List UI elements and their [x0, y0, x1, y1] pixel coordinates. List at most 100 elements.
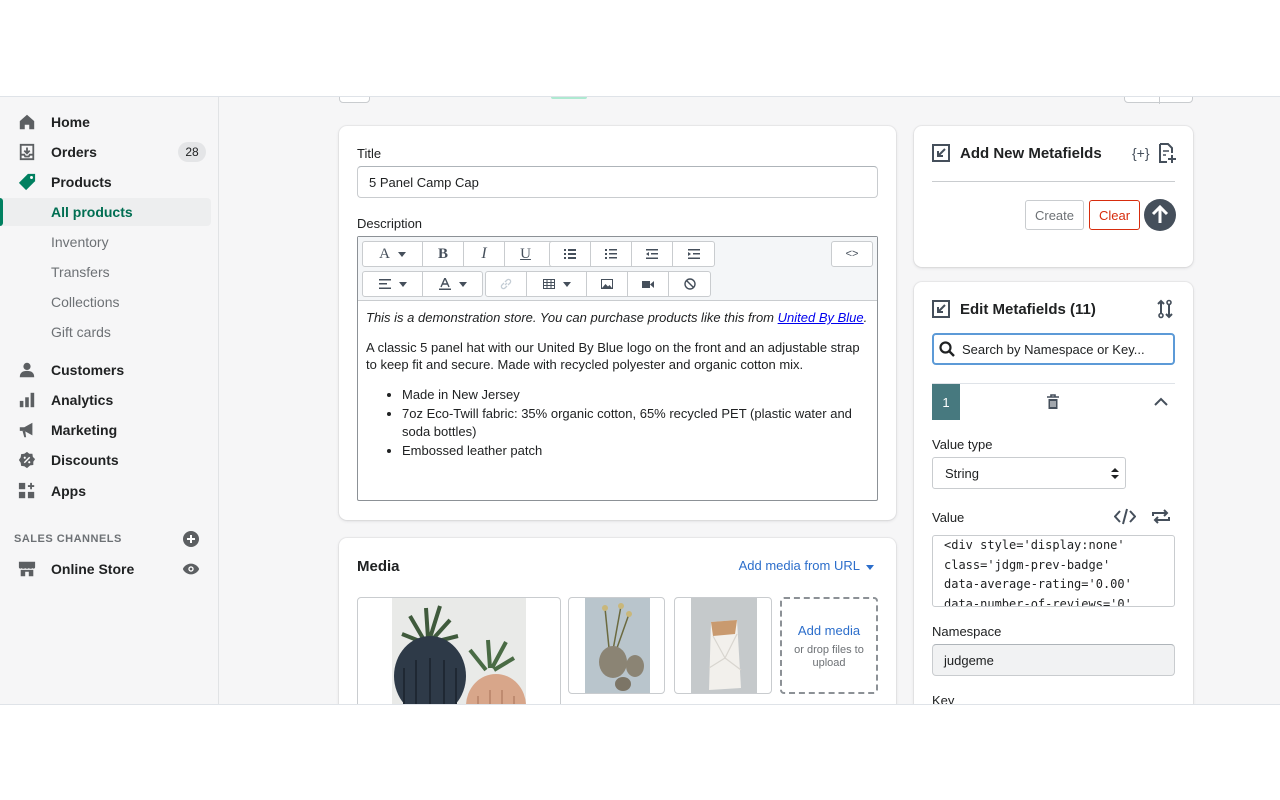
edit-metafields-title: Edit Metafields (11) — [960, 301, 1096, 318]
sidebar-item-label: Collections — [51, 294, 120, 310]
table-button[interactable] — [527, 272, 587, 296]
sidebar-item-transfers[interactable]: Transfers — [0, 258, 219, 286]
search-placeholder: Search by Namespace or Key... — [962, 341, 1145, 357]
namespace-label: Namespace — [932, 624, 1002, 639]
home-icon — [19, 114, 35, 130]
eye-icon[interactable] — [182, 561, 200, 577]
list-item: Made in New Jersey — [402, 386, 869, 404]
clear-button[interactable]: Clear — [1089, 200, 1140, 230]
align-color-group — [362, 271, 483, 297]
select-arrows-icon — [1111, 468, 1119, 479]
united-by-blue-link[interactable]: United By Blue — [778, 310, 864, 325]
media-thumbnail-vase[interactable] — [674, 597, 772, 694]
trash-icon[interactable] — [1046, 394, 1060, 410]
outdent-button[interactable] — [632, 242, 673, 266]
font-style-label: A — [379, 245, 390, 262]
status-badge — [551, 97, 587, 99]
namespace-input[interactable]: judgeme — [932, 644, 1175, 676]
sidebar-item-label: Inventory — [51, 234, 109, 250]
chevron-down-icon — [866, 565, 874, 570]
bold-button[interactable]: B — [423, 242, 464, 266]
code-braces-icon[interactable]: {+} — [1132, 145, 1150, 161]
title-label: Title — [357, 146, 382, 161]
refresh-icon[interactable] — [1151, 508, 1171, 525]
sidebar-item-products[interactable]: Products — [0, 168, 219, 196]
create-button[interactable]: Create — [1025, 200, 1084, 230]
value-type-selected: String — [945, 465, 979, 481]
table-icon — [542, 279, 555, 289]
sidebar-item-label: Apps — [51, 483, 86, 499]
chevron-down-icon — [458, 281, 467, 287]
media-title: Media — [357, 558, 400, 575]
sidebar-item-home[interactable]: Home — [0, 108, 219, 136]
drop-files-hint: or drop files to upload — [794, 644, 864, 669]
sidebar-item-label: Discounts — [51, 452, 119, 468]
value-label: Value — [932, 510, 965, 525]
align-button[interactable] — [363, 272, 423, 296]
insert-video-button[interactable] — [628, 272, 669, 296]
code-icon[interactable] — [1114, 508, 1136, 525]
sidebar-item-all-products[interactable]: All products — [0, 198, 211, 226]
prev-next-pager[interactable] — [1124, 97, 1193, 104]
image-icon — [601, 279, 613, 289]
add-media-from-url-button[interactable]: Add media from URL — [739, 558, 874, 573]
discount-icon — [18, 451, 36, 469]
bullet-list-button[interactable] — [550, 242, 591, 266]
insert-image-button[interactable] — [587, 272, 628, 296]
tag-icon — [18, 173, 36, 191]
underline-button[interactable]: U — [505, 242, 546, 266]
media-thumbnail-vases[interactable] — [568, 597, 665, 694]
product-image — [585, 598, 650, 693]
indent-icon — [687, 249, 700, 259]
chevron-down-icon — [398, 281, 407, 287]
link-button[interactable] — [486, 272, 527, 296]
sidebar-item-label: Transfers — [51, 264, 110, 280]
font-style-button[interactable]: A — [363, 242, 423, 266]
sidebar-item-gift-cards[interactable]: Gift cards — [0, 318, 219, 346]
value-type-select[interactable]: String — [932, 457, 1126, 489]
customer-icon — [19, 362, 35, 378]
show-html-button[interactable]: <> — [832, 242, 872, 266]
clear-formatting-button[interactable] — [669, 272, 710, 296]
numbered-list-button[interactable] — [591, 242, 632, 266]
code-line: <div style='display:none' — [944, 538, 1125, 552]
list-item: 7oz Eco-Twill fabric: 35% organic cotton… — [402, 405, 869, 440]
upload-arrow-icon[interactable] — [1144, 199, 1176, 231]
sidebar-item-inventory[interactable]: Inventory — [0, 228, 219, 256]
metafield-value-textarea[interactable]: <div style='display:none' class='jdgm-pre… — [932, 535, 1175, 607]
indent-button[interactable] — [673, 242, 714, 266]
back-button[interactable] — [339, 97, 370, 103]
sidebar-item-orders[interactable]: Orders 28 — [0, 138, 219, 166]
sidebar-item-customers[interactable]: Customers — [0, 356, 219, 384]
italic-button[interactable]: I — [464, 242, 505, 266]
metafield-search-input[interactable]: Search by Namespace or Key... — [932, 333, 1175, 365]
sidebar-item-analytics[interactable]: Analytics — [0, 386, 219, 414]
sidebar-item-collections[interactable]: Collections — [0, 288, 219, 316]
description-bullets: Made in New Jersey 7oz Eco-Twill fabric:… — [402, 386, 869, 460]
sidebar-item-discounts[interactable]: Discounts — [0, 446, 219, 474]
divider — [932, 383, 1175, 384]
code-line: data-average-rating='0.00' — [944, 577, 1132, 591]
description-content[interactable]: This is a demonstration store. You can p… — [366, 309, 869, 462]
media-thumbnail-plants[interactable] — [357, 597, 561, 704]
sidebar-item-label: Marketing — [51, 422, 118, 438]
sidebar-item-label: Online Store — [51, 561, 135, 577]
add-sales-channel-plus-icon[interactable] — [183, 531, 199, 547]
sidebar-item-label: Gift cards — [51, 324, 111, 340]
text-color-button[interactable] — [423, 272, 482, 296]
sidebar-item-apps[interactable]: Apps — [0, 477, 219, 505]
add-document-icon[interactable] — [1158, 143, 1176, 163]
description-label: Description — [357, 216, 423, 231]
media-dropzone[interactable]: Add media or drop files to upload — [780, 597, 878, 694]
sidebar-item-marketing[interactable]: Marketing — [0, 416, 219, 444]
chevron-up-icon[interactable] — [1154, 397, 1168, 406]
edit-metafields-panel: Edit Metafields (11) Search by Namespace… — [914, 282, 1193, 704]
sync-icon[interactable] — [1155, 299, 1175, 319]
apps-icon — [18, 482, 35, 499]
title-input[interactable]: 5 Panel Camp Cap — [357, 166, 878, 198]
import-box-icon — [932, 144, 950, 162]
add-metafields-title: Add New Metafields — [960, 145, 1102, 162]
code-line: data-number-of-reviews='0' — [944, 596, 1132, 607]
align-left-icon — [378, 279, 391, 289]
store-icon — [18, 561, 36, 577]
